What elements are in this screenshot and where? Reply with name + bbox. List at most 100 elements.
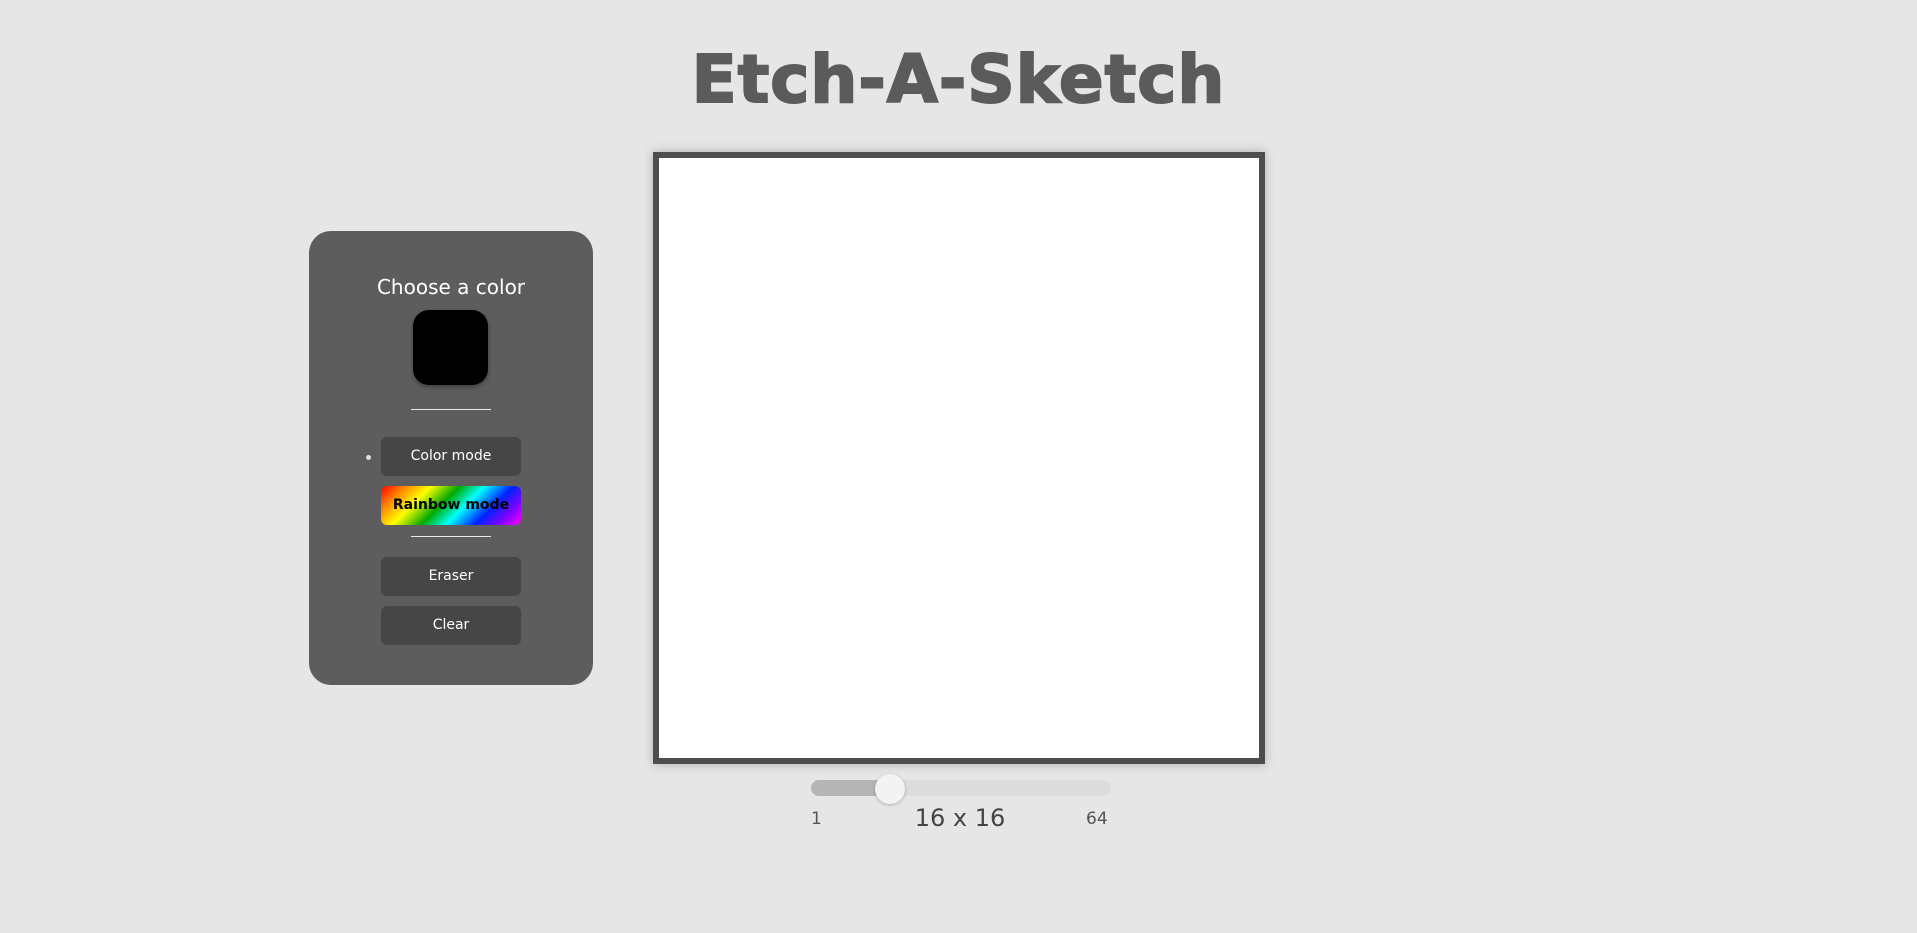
board-cell[interactable] [996, 533, 1034, 571]
board-cell[interactable] [1221, 683, 1259, 721]
board-cell[interactable] [959, 683, 997, 721]
board-cell[interactable] [921, 195, 959, 233]
board-cell[interactable] [1034, 308, 1072, 346]
board-cell[interactable] [884, 495, 922, 533]
board-cell[interactable] [959, 233, 997, 271]
board-cell[interactable] [996, 683, 1034, 721]
board-cell[interactable] [734, 158, 772, 196]
board-cell[interactable] [1034, 645, 1072, 683]
board-cell[interactable] [959, 533, 997, 571]
board-cell[interactable] [809, 158, 847, 196]
board-cell[interactable] [846, 458, 884, 496]
board-cell[interactable] [846, 683, 884, 721]
board-cell[interactable] [846, 608, 884, 646]
board-cell[interactable] [1221, 533, 1259, 571]
board-cell[interactable] [696, 308, 734, 346]
board-cell[interactable] [659, 458, 697, 496]
board-cell[interactable] [1184, 195, 1222, 233]
board-cell[interactable] [734, 608, 772, 646]
board-cell[interactable] [996, 345, 1034, 383]
board-cell[interactable] [1109, 720, 1147, 758]
board-cell[interactable] [1221, 420, 1259, 458]
color-mode-button[interactable]: Color mode [381, 437, 521, 476]
board-cell[interactable] [1184, 458, 1222, 496]
board-cell[interactable] [996, 645, 1034, 683]
board-cell[interactable] [959, 420, 997, 458]
board-cell[interactable] [1184, 308, 1222, 346]
board-cell[interactable] [659, 345, 697, 383]
board-cell[interactable] [1071, 683, 1109, 721]
board-cell[interactable] [1109, 383, 1147, 421]
board-cell[interactable] [734, 720, 772, 758]
board-cell[interactable] [1109, 683, 1147, 721]
board-cell[interactable] [846, 158, 884, 196]
rainbow-mode-button[interactable]: Rainbow mode [381, 486, 521, 525]
board-cell[interactable] [696, 420, 734, 458]
board-cell[interactable] [1109, 308, 1147, 346]
board-cell[interactable] [1146, 645, 1184, 683]
board-cell[interactable] [921, 233, 959, 271]
board-cell[interactable] [1071, 308, 1109, 346]
board-cell[interactable] [1034, 233, 1072, 271]
board-cell[interactable] [1034, 720, 1072, 758]
board-cell[interactable] [809, 570, 847, 608]
board-cell[interactable] [734, 645, 772, 683]
board-cell[interactable] [1071, 195, 1109, 233]
board-cell[interactable] [696, 158, 734, 196]
board-cell[interactable] [996, 458, 1034, 496]
board-cell[interactable] [696, 233, 734, 271]
board-cell[interactable] [1071, 570, 1109, 608]
board-cell[interactable] [959, 308, 997, 346]
board-cell[interactable] [1221, 458, 1259, 496]
board-cell[interactable] [1034, 570, 1072, 608]
board-cell[interactable] [771, 495, 809, 533]
board-cell[interactable] [771, 420, 809, 458]
board-cell[interactable] [1109, 345, 1147, 383]
board-cell[interactable] [1034, 458, 1072, 496]
board-cell[interactable] [1034, 270, 1072, 308]
board-cell[interactable] [996, 158, 1034, 196]
board-cell[interactable] [1184, 608, 1222, 646]
board-cell[interactable] [884, 195, 922, 233]
board-cell[interactable] [659, 645, 697, 683]
board-cell[interactable] [696, 495, 734, 533]
board-cell[interactable] [1146, 420, 1184, 458]
board-cell[interactable] [1071, 495, 1109, 533]
board-cell[interactable] [921, 383, 959, 421]
board-cell[interactable] [771, 570, 809, 608]
eraser-button[interactable]: Eraser [381, 557, 521, 596]
board-cell[interactable] [659, 720, 697, 758]
board-cell[interactable] [734, 195, 772, 233]
board-cell[interactable] [696, 570, 734, 608]
board-cell[interactable] [1071, 608, 1109, 646]
board-cell[interactable] [996, 195, 1034, 233]
board-cell[interactable] [921, 720, 959, 758]
board-cell[interactable] [884, 270, 922, 308]
board-cell[interactable] [696, 683, 734, 721]
board-cell[interactable] [771, 645, 809, 683]
board-cell[interactable] [1146, 608, 1184, 646]
board-cell[interactable] [846, 345, 884, 383]
board-cell[interactable] [1146, 233, 1184, 271]
board-cell[interactable] [659, 683, 697, 721]
board-cell[interactable] [1034, 420, 1072, 458]
board-cell[interactable] [1034, 683, 1072, 721]
board-cell[interactable] [659, 233, 697, 271]
board-cell[interactable] [1146, 533, 1184, 571]
board-cell[interactable] [1184, 233, 1222, 271]
board-cell[interactable] [1109, 158, 1147, 196]
board-cell[interactable] [771, 345, 809, 383]
board-cell[interactable] [771, 195, 809, 233]
board-cell[interactable] [959, 645, 997, 683]
board-cell[interactable] [884, 645, 922, 683]
board-cell[interactable] [734, 383, 772, 421]
board-cell[interactable] [771, 308, 809, 346]
board-cell[interactable] [846, 570, 884, 608]
board-cell[interactable] [1071, 720, 1109, 758]
board-cell[interactable] [809, 533, 847, 571]
board-cell[interactable] [996, 495, 1034, 533]
board-cell[interactable] [884, 533, 922, 571]
board-cell[interactable] [659, 270, 697, 308]
sketch-board[interactable] [653, 152, 1265, 764]
board-cell[interactable] [1071, 533, 1109, 571]
